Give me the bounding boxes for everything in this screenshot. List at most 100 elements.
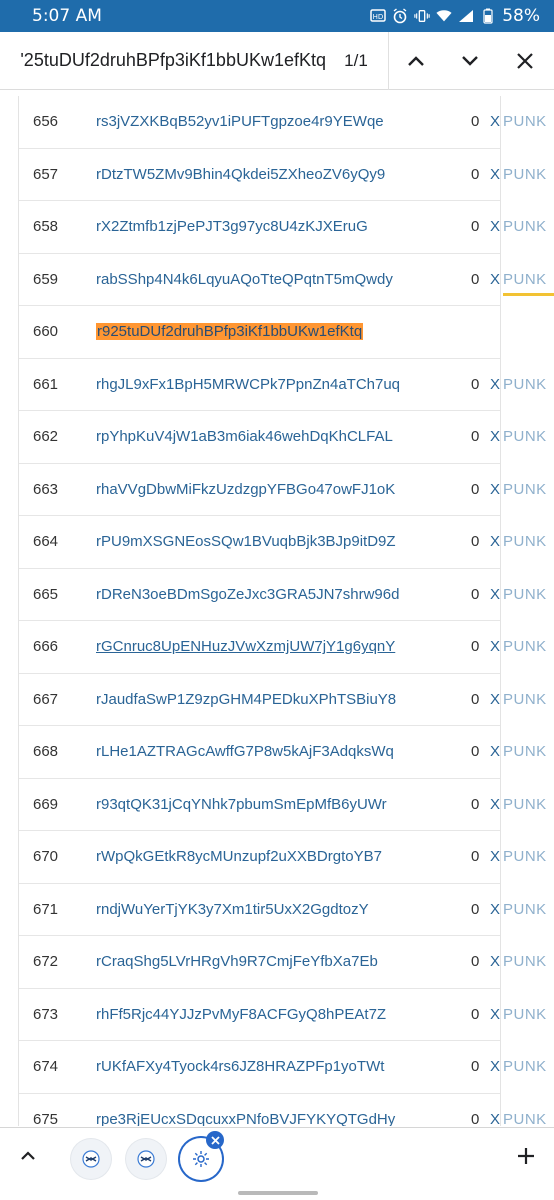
table-row: 673 rhFf5Rjc44YJJzPvMyF8ACFGyQ8hPEAt7Z 0 X <box>19 989 500 1041</box>
currency-link[interactable]: X <box>490 218 500 235</box>
currency-link[interactable]: X <box>490 271 500 288</box>
table-row: 656 rs3jVZXKBqB52yv1iPUFTgpzoe4r9YEWqe 0 X <box>19 96 500 149</box>
find-next-button[interactable] <box>443 32 497 90</box>
balance-value: 0 <box>471 113 480 131</box>
gesture-handle[interactable] <box>238 1191 318 1195</box>
row-number: 657 <box>33 165 59 183</box>
find-query-input[interactable]: '25tuDUf2druhBPfp3iKf1bbUKw1efKtq <box>0 32 330 90</box>
row-number: 672 <box>33 953 59 971</box>
row-number: 675 <box>33 1110 59 1126</box>
currency-link[interactable]: X <box>490 376 500 393</box>
address-link[interactable]: r93qtQK31jCqYNhk7pbumSmEpMfB6yUWr <box>96 796 387 813</box>
balance-value: 0 <box>471 480 480 498</box>
tab-strip-expand-button[interactable] <box>16 1144 40 1168</box>
address-link[interactable]: rhgJL9xFx1BpH5MRWCPk7PpnZn4aTCh7uq <box>96 376 400 393</box>
tab-xrpscan-2[interactable] <box>126 1139 166 1179</box>
currency-link[interactable]: X <box>490 743 500 760</box>
currency-link[interactable]: X <box>490 638 500 655</box>
currency-link[interactable]: X <box>490 533 500 550</box>
status-time: 5:07 AM <box>32 6 102 26</box>
table-row: 659 rabSShp4N4k6LqyuAQoTteQPqtnT5mQwdy 0 X <box>19 254 500 306</box>
address-link[interactable]: rDtzTW5ZMv9Bhin4Qkdei5ZXheoZV6yQy9 <box>96 166 385 183</box>
table-row: 672 rCraqShg5LVrHRgVh9R7CmjFeYfbXa7Eb 0 X <box>19 936 500 989</box>
currency-overflow-text: PUNK <box>503 900 547 918</box>
currency-link[interactable]: X <box>490 1006 500 1023</box>
address-link[interactable]: rndjWuYerTjYK3y7Xm1tir5UxX2GgdtozY <box>96 901 369 918</box>
address-link[interactable]: rhFf5Rjc44YJJzPvMyF8ACFGyQ8hPEAt7Z <box>96 1006 386 1023</box>
xrpscan-tab-icon <box>137 1150 155 1168</box>
address-link[interactable]: rWpQkGEtkR8ycMUnzupf2uXXBDrgtoYB7 <box>96 848 382 865</box>
row-number: 658 <box>33 218 59 236</box>
address-link[interactable]: rDReN3oeBDmSgoZeJxc3GRA5JN7shrw96d <box>96 586 399 603</box>
balance-value: 0 <box>471 428 480 446</box>
status-icons: HD 58% <box>370 6 540 26</box>
row-number: 663 <box>33 480 59 498</box>
currency-link[interactable]: X <box>490 166 500 183</box>
address-link[interactable]: rs3jVZXKBqB52yv1iPUFTgpzoe4r9YEWqe <box>96 113 384 130</box>
tab-strip <box>0 1127 554 1187</box>
table-row: 662 rpYhpKuV4jW1aB3m6iak46wehDqKhCLFAL 0 X <box>19 411 500 464</box>
currency-link[interactable]: X <box>490 586 500 603</box>
address-link[interactable]: rpe3RjEUcxSDqcuxxPNfoBVJFYKYQTGdHy <box>96 1111 395 1126</box>
currency-overflow-text: PUNK <box>503 1058 547 1075</box>
currency-overflow-text: PUNK <box>503 795 547 813</box>
new-tab-button[interactable] <box>514 1144 538 1168</box>
address-link[interactable]: rPU9mXSGNEosSQw1BVuqbBjk3BJp9itD9Z <box>96 533 396 550</box>
battery-icon <box>480 8 496 24</box>
currency-link[interactable]: X <box>490 428 500 445</box>
address-link[interactable]: r925tuDUf2druhBPfp3iKf1bbUKw1efKtq <box>96 323 364 341</box>
balance-value: 0 <box>471 953 480 971</box>
address-link[interactable]: rhaVVgDbwMiFkzUzdzgpYFBGo47owFJ1oK <box>96 481 395 498</box>
table-row: 660 r925tuDUf2druhBPfp3iKf1bbUKw1efKtq <box>19 306 500 359</box>
table-row: 667 rJaudfaSwP1Z9zpGHM4PEDkuXPhTSBiuY8 0 X <box>19 674 500 726</box>
currency-link[interactable]: X <box>490 1058 500 1075</box>
balance-value: 0 <box>471 848 480 866</box>
status-bar: 5:07 AM HD 58% <box>0 0 554 32</box>
currency-link[interactable]: X <box>490 953 500 970</box>
table-row: 668 rLHe1AZTRAGcAwffG7P8w5kAjF3AdqksWq 0 X <box>19 726 500 779</box>
find-query-text: '25tuDUf2druhBPfp3iKf1bbUKw1efKtq <box>20 50 326 70</box>
currency-link[interactable]: X <box>490 113 500 130</box>
currency-link[interactable]: X <box>490 901 500 918</box>
currency-link[interactable]: X <box>490 1111 500 1126</box>
balance-value: 0 <box>471 533 480 551</box>
address-link[interactable]: rLHe1AZTRAGcAwffG7P8w5kAjF3AdqksWq <box>96 743 394 760</box>
find-previous-button[interactable] <box>389 32 443 90</box>
row-number: 666 <box>33 638 59 656</box>
table-row: 674 rUKfAFXy4Tyock4rs6JZ8HRAZPFp1yoTWt 0 X <box>19 1041 500 1094</box>
address-link[interactable]: rJaudfaSwP1Z9zpGHM4PEDkuXPhTSBiuY8 <box>96 691 396 708</box>
signal-icon <box>458 8 474 24</box>
table-body: 656 rs3jVZXKBqB52yv1iPUFTgpzoe4r9YEWqe 0 X 6… <box>19 96 500 1126</box>
currency-link[interactable]: X <box>490 848 500 865</box>
row-number: 671 <box>33 900 59 918</box>
address-link[interactable]: rpYhpKuV4jW1aB3m6iak46wehDqKhCLFAL <box>96 428 393 445</box>
currency-overflow-text: PUNK <box>503 638 547 655</box>
find-close-button[interactable] <box>497 32 553 90</box>
address-link[interactable]: rX2Ztmfb1zjPePJT3g97yc8U4zKJXEruG <box>96 218 368 235</box>
table-row: 666 rGCnruc8UpENHuzJVwXzmjUW7jY1g6yqnY 0 X <box>19 621 500 674</box>
currency-overflow-text: PUNK <box>503 270 547 288</box>
currency-overflow-text: PUNK <box>503 218 547 235</box>
row-number: 673 <box>33 1005 59 1023</box>
address-link[interactable]: rGCnruc8UpENHuzJVwXzmjUW7jY1g6yqnY <box>96 638 395 655</box>
currency-link[interactable]: X <box>490 691 500 708</box>
balance-value: 0 <box>471 375 480 393</box>
close-tab-button[interactable] <box>206 1131 224 1149</box>
address-link[interactable]: rUKfAFXy4Tyock4rs6JZ8HRAZPFp1yoTWt <box>96 1058 384 1075</box>
address-link[interactable]: rCraqShg5LVrHRgVh9R7CmjFeYfbXa7Eb <box>96 953 378 970</box>
row-number: 660 <box>33 323 59 341</box>
table-row: 663 rhaVVgDbwMiFkzUzdzgpYFBGo47owFJ1oK 0 X <box>19 464 500 516</box>
currency-link[interactable]: X <box>490 796 500 813</box>
chevron-up-icon <box>21 1151 35 1160</box>
holders-table: 656 rs3jVZXKBqB52yv1iPUFTgpzoe4r9YEWqe 0 X 6… <box>18 96 501 1126</box>
currency-overflow-column: PUNK PUNK PUNK PUNK PUNK PUNK PUNK PUNK PUNK PUNK… <box>501 96 554 1126</box>
balance-value: 0 <box>471 1005 480 1023</box>
currency-link[interactable]: X <box>490 481 500 498</box>
currency-overflow-text: PUNK <box>503 428 547 445</box>
address-link[interactable]: rabSShp4N4k6LqyuAQoTteQPqtnT5mQwdy <box>96 271 393 288</box>
currency-overflow-text: PUNK <box>503 533 547 550</box>
currency-overflow-text: PUNK <box>503 743 547 760</box>
balance-value: 0 <box>471 743 480 761</box>
balance-value: 0 <box>471 638 480 656</box>
tab-xrpscan-1[interactable] <box>71 1139 111 1179</box>
